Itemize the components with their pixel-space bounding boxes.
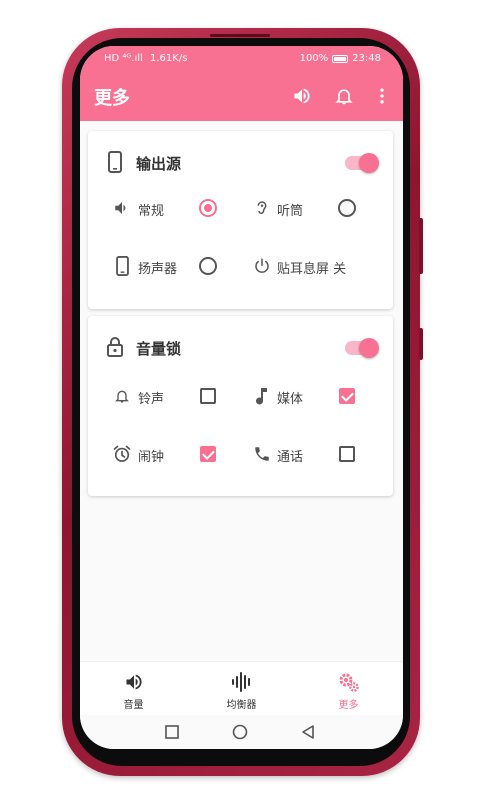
phone-icon [106, 151, 124, 173]
back-button[interactable] [300, 724, 316, 740]
status-left: HD ⁴ᴳ.ıll 1.61K/s [104, 53, 187, 64]
more-vert-icon[interactable] [370, 84, 394, 108]
call-icon [252, 444, 272, 464]
power-icon [252, 256, 272, 276]
lock-ringtone-label: 铃声 [138, 392, 165, 407]
option-earpiece-radio[interactable] [338, 199, 356, 217]
volume-icon [80, 672, 187, 692]
phone-icon [112, 256, 132, 276]
bottom-nav: 音量 均衡器 更多 [80, 661, 403, 715]
option-speaker-label: 扬声器 [138, 262, 178, 277]
power-key [419, 328, 423, 360]
page-title: 更多 [94, 88, 130, 109]
clock: 23:48 [352, 53, 381, 64]
alarm-icon [112, 444, 132, 464]
equalizer-icon [188, 672, 295, 692]
system-nav-bar [80, 715, 403, 749]
lock-alarm-label: 闹钟 [138, 450, 165, 465]
screen-off-setting[interactable]: 贴耳息屏 关 [277, 258, 346, 277]
option-earpiece-label: 听筒 [277, 204, 304, 219]
app-bar: HD ⁴ᴳ.ıll 1.61K/s 100% 23:48 更多 [80, 46, 403, 121]
battery-icon [332, 54, 349, 63]
status-right: 100% 23:48 [300, 53, 381, 64]
earpiece [210, 34, 270, 37]
output-source-toggle[interactable] [345, 153, 379, 173]
lock-media-checkbox[interactable] [339, 388, 355, 404]
volume-lock-toggle[interactable] [345, 338, 379, 358]
net-speed: 1.61K/s [150, 53, 188, 64]
lock-call-label: 通话 [277, 450, 304, 465]
nav-volume-label: 音量 [123, 700, 144, 711]
nav-more-label: 更多 [338, 700, 359, 711]
screen: HD ⁴ᴳ.ıll 1.61K/s 100% 23:48 更多 输出源 常规 听… [80, 46, 403, 749]
volume-icon [112, 198, 132, 218]
output-source-card: 输出源 常规 听筒 扬声器 贴耳息屏 关 [88, 131, 393, 309]
volume-icon[interactable] [290, 84, 314, 108]
lock-icon [106, 336, 124, 358]
status-bar: HD ⁴ᴳ.ıll 1.61K/s 100% 23:48 [80, 46, 403, 74]
home-button[interactable] [232, 724, 248, 740]
bell-icon [112, 386, 132, 406]
option-normal-radio[interactable] [199, 199, 217, 217]
signal-indicator: HD ⁴ᴳ.ıll [104, 53, 143, 64]
volume-lock-title: 音量锁 [136, 340, 182, 358]
volume-lock-card: 音量锁 铃声 媒体 闹钟 通话 [88, 316, 393, 496]
bell-icon[interactable] [332, 84, 356, 108]
output-source-title: 输出源 [136, 155, 182, 173]
option-normal-label: 常规 [138, 204, 165, 219]
option-speaker-radio[interactable] [199, 257, 217, 275]
lock-media-label: 媒体 [277, 392, 304, 407]
lock-ringtone-checkbox[interactable] [200, 388, 216, 404]
nav-equalizer-label: 均衡器 [226, 700, 257, 711]
nav-volume[interactable]: 音量 [80, 662, 187, 716]
gears-icon [295, 672, 402, 692]
lock-alarm-checkbox[interactable] [200, 446, 216, 462]
nav-more[interactable]: 更多 [295, 662, 402, 716]
ear-icon [252, 198, 272, 218]
music-note-icon [252, 386, 272, 406]
battery-percent: 100% [299, 53, 329, 64]
nav-equalizer[interactable]: 均衡器 [188, 662, 295, 716]
lock-call-checkbox[interactable] [339, 446, 355, 462]
recents-button[interactable] [164, 724, 180, 740]
volume-rocker [419, 218, 423, 274]
